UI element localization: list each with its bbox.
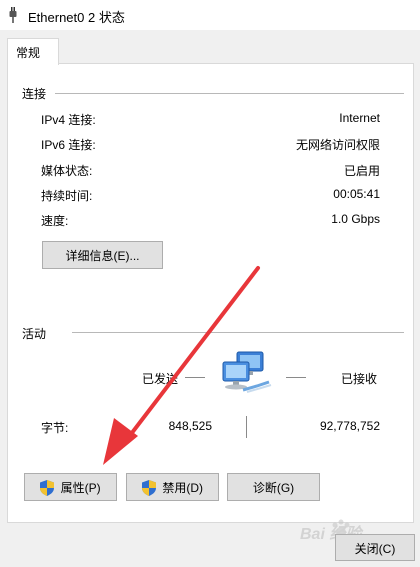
ipv6-value: 无网络访问权限 — [295, 138, 380, 152]
disable-button[interactable]: 禁用(D) — [126, 473, 219, 501]
bytes-label: 字节: — [41, 421, 69, 435]
ipv4-label: IPv4 连接: — [41, 113, 96, 127]
close-button-label: 关闭(C) — [354, 541, 396, 556]
uac-shield-icon — [40, 479, 55, 496]
activity-section-divider — [72, 332, 404, 333]
tab-general-label: 常规 — [16, 46, 41, 60]
disable-button-label: 禁用(D) — [162, 480, 203, 495]
window-title: Ethernet0 2 状态 — [28, 10, 125, 25]
received-connector-line — [286, 377, 306, 378]
title-bar: Ethernet0 2 状态 — [0, 0, 420, 30]
duration-value: 00:05:41 — [333, 187, 380, 201]
details-button-label: 详细信息(E)... — [65, 248, 140, 263]
diagnose-button-label: 诊断(G) — [252, 480, 295, 495]
close-button[interactable]: 关闭(C) — [335, 534, 415, 561]
properties-button-label: 属性(P) — [60, 480, 101, 495]
connection-section-divider — [55, 93, 404, 94]
media-state-value: 已启用 — [343, 164, 380, 178]
ipv4-value: Internet — [339, 111, 380, 125]
sent-connector-line — [185, 377, 205, 378]
tab-general[interactable]: 常规 — [7, 38, 59, 65]
general-panel — [7, 63, 414, 523]
properties-button[interactable]: 属性(P) — [24, 473, 117, 501]
network-plug-icon — [9, 7, 17, 23]
network-computers-icon — [222, 351, 272, 393]
details-button[interactable]: 详细信息(E)... — [42, 241, 163, 269]
activity-section-title: 活动 — [22, 327, 47, 341]
received-label: 已接收 — [341, 372, 378, 386]
speed-label: 速度: — [41, 214, 69, 228]
speed-value: 1.0 Gbps — [331, 212, 380, 226]
bytes-received-value: 92,778,752 — [319, 419, 380, 433]
sent-label: 已发送 — [142, 372, 179, 386]
media-state-label: 媒体状态: — [41, 164, 93, 178]
uac-shield-icon — [141, 479, 156, 496]
duration-label: 持续时间: — [41, 189, 93, 203]
bytes-sent-value: 848,525 — [168, 419, 212, 433]
bytes-divider — [246, 416, 247, 438]
ipv6-label: IPv6 连接: — [41, 138, 96, 152]
diagnose-button[interactable]: 诊断(G) — [227, 473, 320, 501]
connection-section-title: 连接 — [22, 87, 47, 101]
